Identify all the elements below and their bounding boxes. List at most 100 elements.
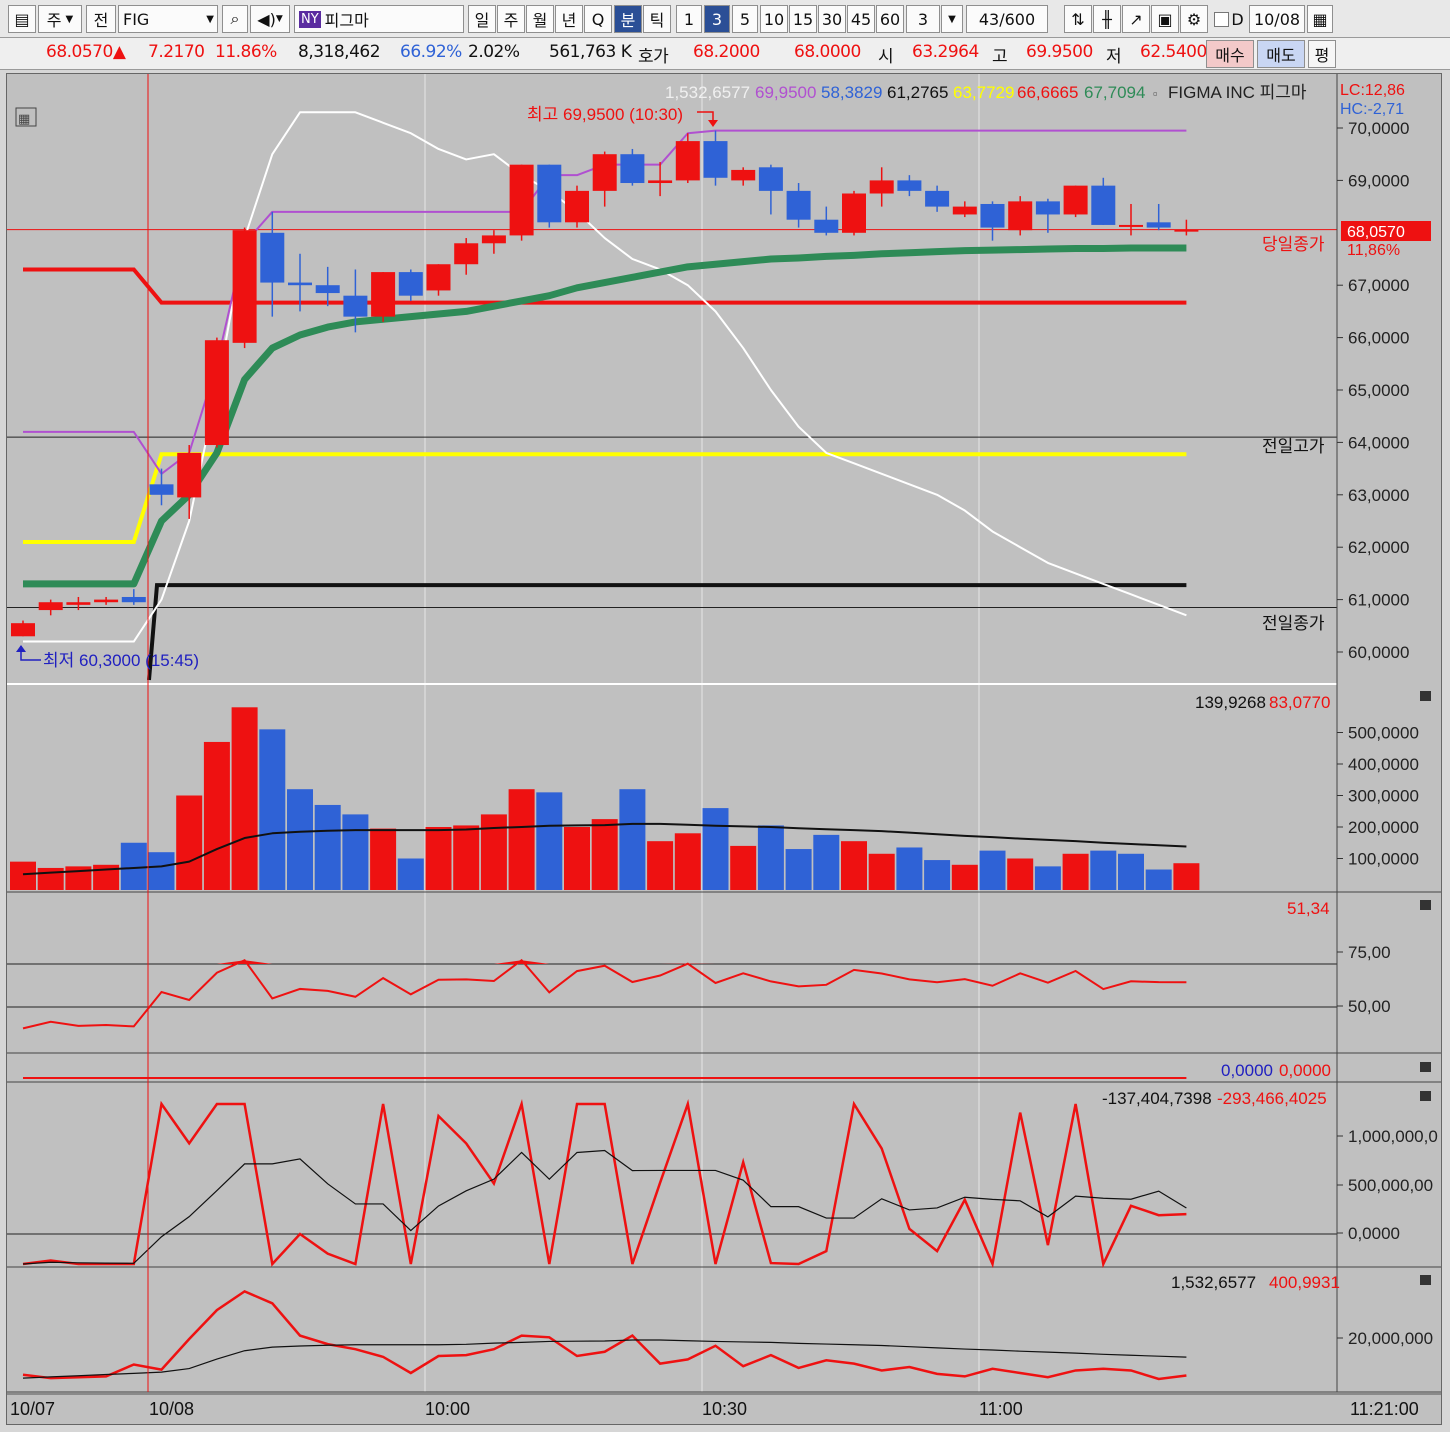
candle-body [94, 599, 119, 603]
cum-panel-close-icon[interactable] [1420, 1275, 1431, 1285]
svg-text:▫: ▫ [1153, 86, 1158, 101]
x-label-1030: 10:30 [702, 1399, 747, 1419]
volume-bar [924, 860, 951, 890]
flat-panel-close-icon[interactable] [1420, 1062, 1431, 1072]
rsi-legend: 51,34 [1287, 899, 1330, 918]
volume-bar [730, 845, 757, 890]
obv-signal-line [22, 1149, 1187, 1265]
date-checkbox[interactable]: D [1211, 5, 1247, 33]
candle-body [1035, 201, 1060, 215]
ask-price: 68.2000 [693, 42, 760, 62]
date-input[interactable]: 10/08 [1249, 5, 1305, 33]
volume-bars [10, 707, 1200, 890]
minute-1[interactable]: 1 [676, 5, 702, 33]
date-checkbox-label: D [1231, 9, 1244, 29]
cum-legend-a: 1,532,6577 [1171, 1273, 1256, 1292]
candle-body [952, 206, 977, 215]
candle-body [592, 154, 617, 191]
candle-body [371, 272, 396, 317]
chart-menu-icon[interactable]: ▤ [8, 5, 36, 33]
volume-bar [896, 847, 923, 890]
volume-bar [841, 841, 867, 890]
candle-body [66, 602, 91, 605]
candle-body [177, 452, 202, 498]
obv-y-tick: 500,000,00 [1348, 1176, 1433, 1195]
period-month[interactable]: 월 [526, 5, 554, 33]
price-y-tick: 63,0000 [1348, 486, 1409, 505]
obv-line [22, 1099, 1187, 1269]
gear-icon[interactable]: ⚙ [1180, 5, 1208, 33]
minute-15[interactable]: 15 [789, 5, 817, 33]
minute-30[interactable]: 30 [818, 5, 846, 33]
sound-icon[interactable]: ◀) ▼ [250, 5, 290, 33]
price-y-tick: 65,0000 [1348, 381, 1409, 400]
candle-body [980, 203, 1005, 228]
volume-bar [508, 789, 535, 890]
minute-5[interactable]: 5 [732, 5, 758, 33]
candle-body [703, 141, 728, 178]
obv-y-tick: 0,0000 [1348, 1224, 1400, 1243]
open-label: 시 [878, 47, 894, 67]
bid-price: 68.0000 [794, 42, 861, 62]
candle-body [675, 141, 700, 181]
save-icon[interactable]: ▣ [1151, 5, 1179, 33]
volume-bar [370, 828, 397, 890]
range-input[interactable]: 43/600 [966, 5, 1048, 33]
average-button[interactable]: 평 [1308, 40, 1336, 68]
period-day[interactable]: 일 [468, 5, 496, 33]
period-minute[interactable]: 분 [614, 5, 642, 33]
chart-area[interactable]: 70,0000 69,0000 67,0000 66,0000 65,0000 64,00… [6, 73, 1442, 1425]
volume-bar [1118, 853, 1144, 890]
legend-green: 67,7094 [1084, 83, 1145, 102]
price-y-tick: 64,0000 [1348, 433, 1409, 452]
compare-icon[interactable]: ⇅ [1064, 5, 1092, 33]
volume-bar [619, 789, 646, 890]
candle-icon[interactable]: ╫ [1093, 5, 1121, 33]
symbol-code: FIG [123, 9, 150, 29]
sell-button[interactable]: 매도 [1257, 40, 1305, 68]
candle-body [565, 190, 589, 223]
chart-svg[interactable]: 70,0000 69,0000 67,0000 66,0000 65,0000 64,00… [7, 74, 1441, 1424]
x-label-1000: 10:00 [425, 1399, 470, 1419]
rsi-panel-close-icon[interactable] [1420, 900, 1431, 910]
buy-button[interactable]: 매수 [1206, 40, 1254, 68]
period-tick[interactable]: 틱 [643, 5, 671, 33]
volume-bar [203, 741, 230, 890]
count-input[interactable]: 3 [906, 5, 940, 33]
market-select[interactable]: 주 ▼ [38, 5, 82, 33]
volume-bar [647, 841, 674, 890]
volume-bar [813, 834, 840, 890]
high-note: 최고 69,9500 (10:30) [527, 105, 683, 124]
candle-body [925, 190, 950, 207]
low-label: 저 [1106, 47, 1122, 67]
volume-bar [1145, 869, 1172, 890]
obv-panel-close-icon[interactable] [1420, 1091, 1431, 1101]
open-price: 63.2964 [912, 42, 979, 62]
minute-60[interactable]: 60 [876, 5, 904, 33]
cum-y-tick: 20,000,000 [1348, 1329, 1433, 1348]
range-total: /600 [999, 9, 1036, 29]
rsi-y-tick: 75,00 [1348, 943, 1391, 962]
current-price-tag: 68,0570 [1347, 224, 1405, 241]
volume-bar [453, 825, 480, 890]
calendar-icon[interactable]: ▦ [1307, 5, 1333, 33]
period-year[interactable]: 년 [555, 5, 583, 33]
period-week[interactable]: 주 [497, 5, 525, 33]
volume-panel-close-icon[interactable] [1420, 691, 1431, 701]
chevron-down-icon: ▼ [65, 13, 74, 25]
draw-icon[interactable]: ↗ [1122, 5, 1150, 33]
candle-body [786, 190, 811, 220]
minute-45[interactable]: 45 [847, 5, 875, 33]
minute-10[interactable]: 10 [760, 5, 788, 33]
legend-white: 1,532,6577 [665, 83, 750, 102]
symbol-name-field[interactable]: NY 피그마 [294, 5, 464, 33]
chevron-down-icon[interactable]: ▼ [941, 5, 963, 33]
search-icon[interactable]: ⌕ [222, 5, 248, 33]
grid-toggle-glyph: ▦ [18, 112, 30, 127]
volume-bar [480, 814, 507, 890]
market-sub-button[interactable]: 전 [86, 5, 116, 33]
period-quarter[interactable]: Q [584, 5, 612, 33]
minute-3[interactable]: 3 [704, 5, 730, 33]
candle-body [288, 282, 312, 286]
symbol-input[interactable]: FIG ▼ [118, 5, 218, 33]
